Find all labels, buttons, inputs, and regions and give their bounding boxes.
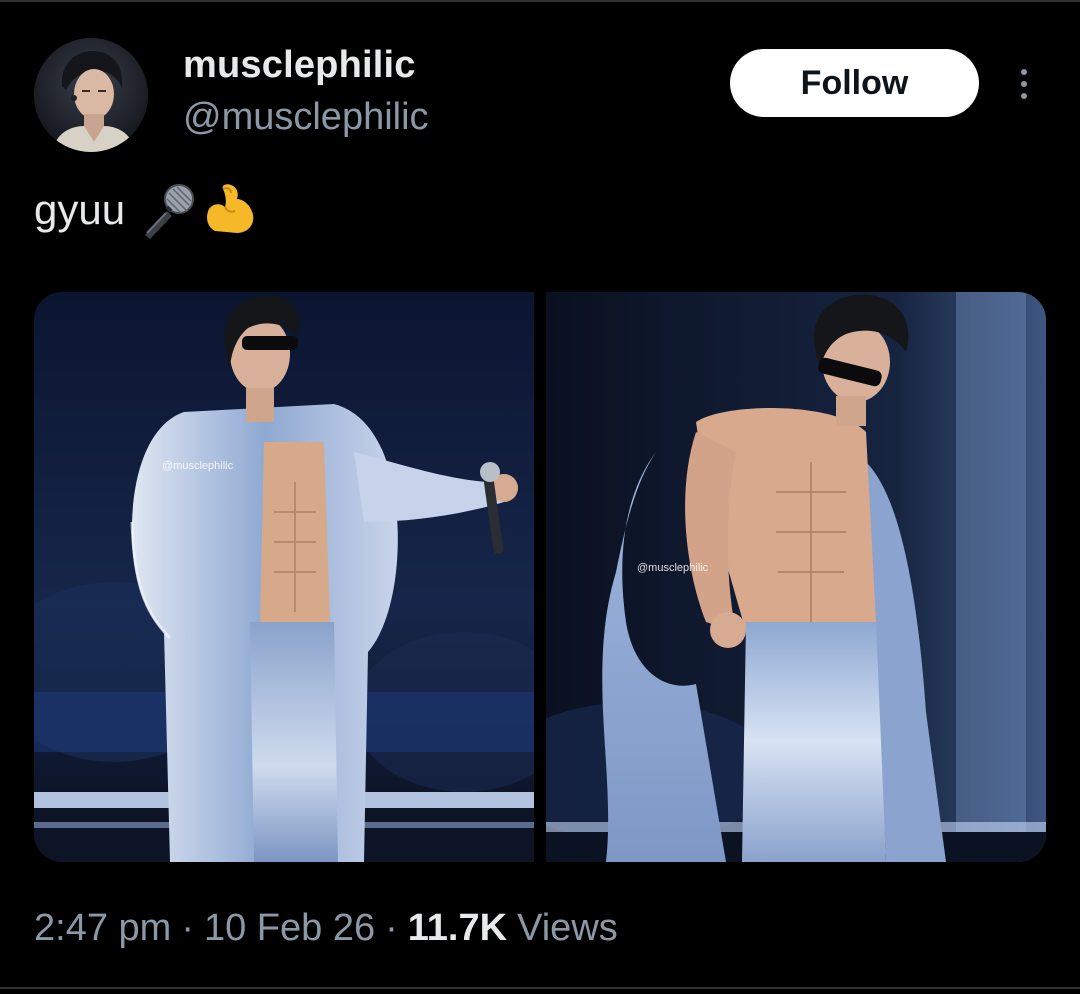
concert-photo-left bbox=[34, 292, 534, 862]
meta-separator: · bbox=[385, 906, 398, 949]
more-dots-icon bbox=[1021, 69, 1027, 75]
tweet-photo-1[interactable]: @musclephilic bbox=[34, 292, 534, 862]
flexed-biceps-emoji-icon bbox=[207, 184, 254, 233]
more-options-button[interactable] bbox=[1006, 62, 1042, 106]
tweet-body: gyuu bbox=[34, 186, 126, 233]
tweet-media: @musclephilic @musclephilic bbox=[34, 292, 1046, 862]
author-handle[interactable]: @musclephilic bbox=[183, 96, 429, 139]
more-dots-icon bbox=[1021, 81, 1027, 87]
tweet-photo-2[interactable]: @musclephilic bbox=[546, 292, 1046, 862]
tweet-date[interactable]: 10 Feb 26 bbox=[204, 907, 375, 950]
tweet-time[interactable]: 2:47 pm bbox=[34, 907, 171, 950]
bottom-divider bbox=[0, 987, 1080, 989]
views-label[interactable]: Views bbox=[517, 907, 618, 950]
author-display-name[interactable]: musclephilic bbox=[183, 44, 416, 87]
author-avatar[interactable] bbox=[34, 38, 148, 152]
more-dots-icon bbox=[1021, 93, 1027, 99]
tweet-text: gyuu bbox=[34, 184, 259, 239]
tweet-meta: 2:47 pm · 10 Feb 26 · 11.7K Views bbox=[34, 902, 618, 954]
microphone-emoji-icon bbox=[145, 184, 195, 239]
top-divider bbox=[0, 0, 1080, 2]
profile-photo-icon bbox=[34, 38, 148, 152]
meta-separator: · bbox=[181, 906, 194, 949]
concert-photo-right bbox=[546, 292, 1046, 862]
follow-button[interactable]: Follow bbox=[730, 49, 979, 117]
photo-watermark: @musclephilic bbox=[637, 562, 709, 574]
photo-watermark: @musclephilic bbox=[162, 460, 234, 472]
views-count[interactable]: 11.7K bbox=[408, 907, 507, 950]
